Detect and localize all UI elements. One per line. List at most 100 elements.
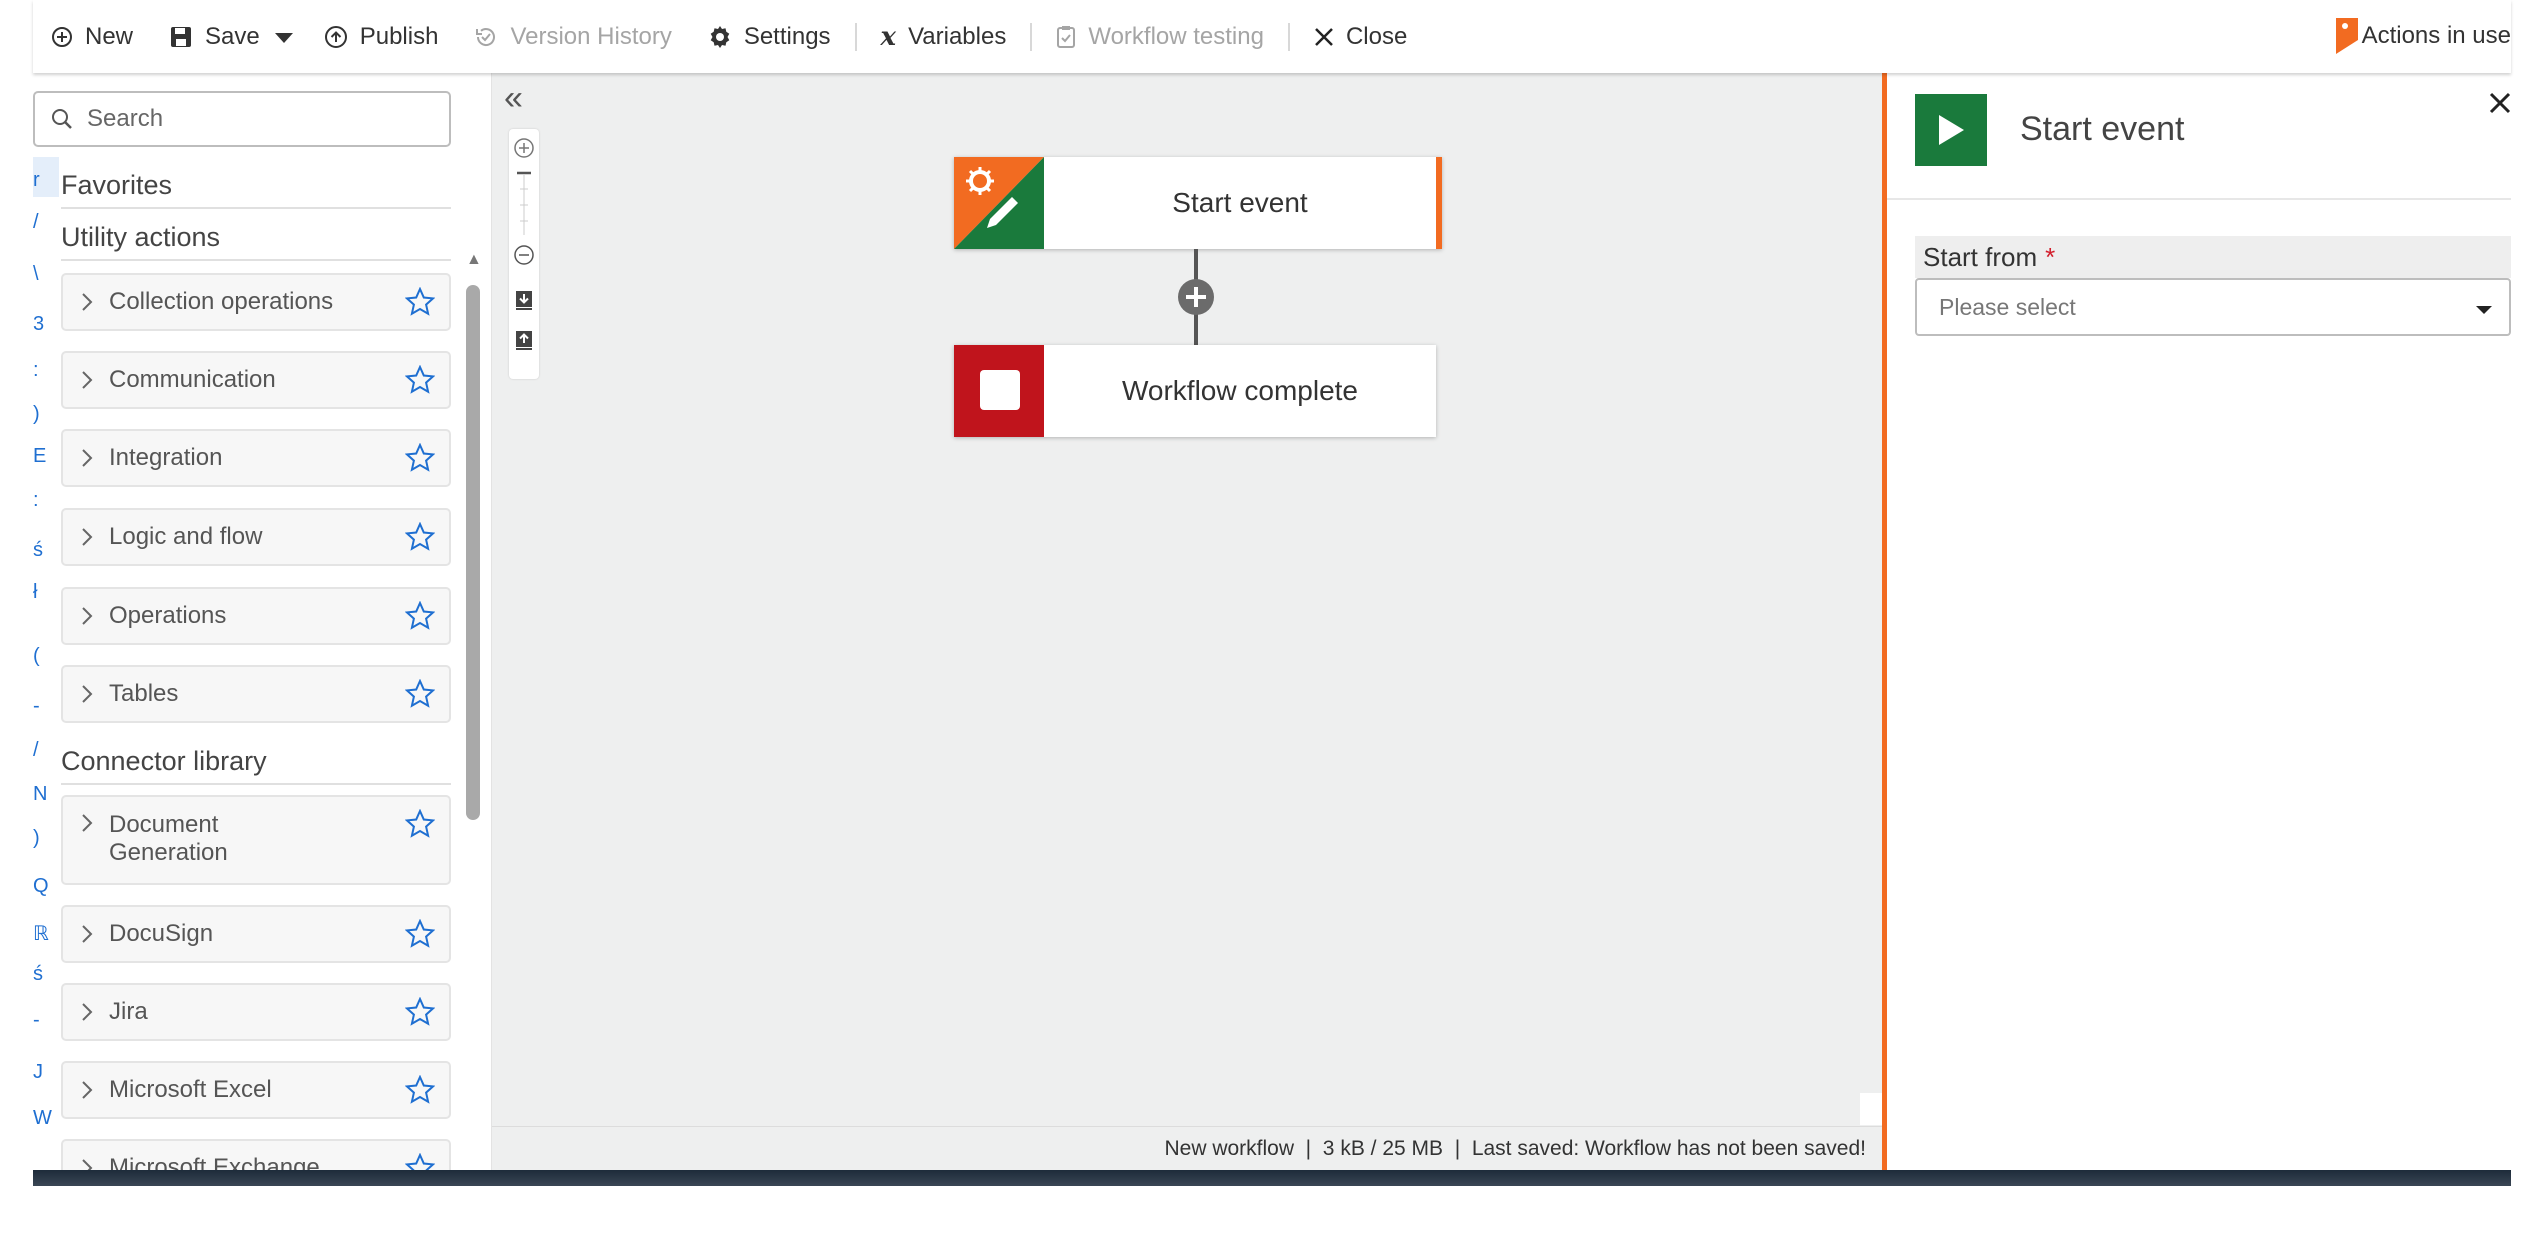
alpha-index-letter[interactable]: ś: [33, 963, 59, 986]
palette-scrollbar[interactable]: ▲ ▼: [463, 183, 483, 1163]
chevron-right-icon: [81, 370, 105, 390]
download-icon[interactable]: [513, 289, 535, 311]
category-integration[interactable]: Integration: [61, 429, 451, 487]
alphabet-index: r / \ 3:) E: ś ł(- / Ν) Q ℝś - J W: [33, 157, 59, 1170]
stop-icon: [954, 345, 1044, 437]
required-marker: *: [2045, 242, 2056, 272]
favorite-star-icon[interactable]: [405, 443, 435, 473]
gear-icon: [708, 25, 732, 49]
connector-microsoft-excel[interactable]: Microsoft Excel: [61, 1061, 451, 1119]
window-bottom-edge: [33, 1170, 2511, 1186]
favorite-star-icon[interactable]: [405, 601, 435, 631]
alpha-index-letter[interactable]: ł: [33, 581, 59, 604]
category-label: Tables: [109, 680, 179, 707]
favorite-star-icon[interactable]: [405, 997, 435, 1027]
close-label: Close: [1345, 22, 1408, 50]
zoom-in-icon[interactable]: [513, 137, 535, 159]
start-event-node-label: Start event: [1172, 187, 1308, 218]
caret-down-icon: [2475, 294, 2493, 321]
connector-document-generation[interactable]: Document Generation: [61, 795, 451, 885]
category-communication[interactable]: Communication: [61, 351, 451, 409]
favorite-star-icon[interactable]: [405, 919, 435, 949]
connector-docusign[interactable]: DocuSign: [61, 905, 451, 963]
alpha-index-letter[interactable]: W: [33, 1107, 59, 1130]
connector-jira[interactable]: Jira: [61, 983, 451, 1041]
alpha-index-letter[interactable]: \: [33, 263, 59, 286]
favorite-star-icon[interactable]: [405, 1075, 435, 1105]
close-icon[interactable]: [2489, 88, 2511, 122]
canvas-corner-tab: [1860, 1093, 1882, 1125]
alpha-index-letter[interactable]: 3: [33, 313, 59, 336]
save-button[interactable]: Save: [151, 0, 270, 73]
alpha-index-letter[interactable]: J: [33, 1061, 59, 1084]
zoom-controls: [509, 129, 539, 379]
zoom-out-icon[interactable]: [513, 244, 535, 266]
version-history-button[interactable]: Version History: [456, 0, 689, 73]
workflow-testing-label: Workflow testing: [1088, 22, 1264, 50]
alpha-index-letter[interactable]: :: [33, 489, 59, 512]
favorite-star-icon[interactable]: [405, 679, 435, 709]
save-dropdown-button[interactable]: [270, 0, 306, 73]
alpha-index-letter[interactable]: ś: [33, 539, 59, 562]
search-box[interactable]: [33, 91, 451, 147]
alpha-index-letter[interactable]: ): [33, 403, 59, 426]
variables-button[interactable]: x Variables: [863, 0, 1025, 73]
category-operations[interactable]: Operations: [61, 587, 451, 645]
alpha-index-letter[interactable]: r: [33, 169, 59, 192]
caret-down-icon: [274, 23, 294, 51]
favorite-star-icon[interactable]: [405, 809, 435, 839]
category-label: Integration: [109, 444, 223, 471]
favorite-star-icon[interactable]: [405, 1153, 435, 1170]
category-collection-operations[interactable]: Collection operations: [61, 273, 451, 331]
scroll-up-arrow-icon[interactable]: ▲: [466, 251, 482, 269]
utility-actions-heading[interactable]: Utility actions: [61, 217, 451, 261]
add-action-button[interactable]: [1178, 279, 1214, 315]
alpha-index-letter[interactable]: (: [33, 645, 59, 668]
alpha-index-letter[interactable]: E: [33, 445, 59, 468]
workflow-complete-node[interactable]: Workflow complete: [954, 345, 1436, 437]
chevron-right-icon: [81, 292, 105, 312]
new-button[interactable]: New: [33, 0, 151, 73]
start-from-label-text: Start from: [1923, 242, 2038, 272]
connector-microsoft-exchange[interactable]: Microsoft Exchange: [61, 1139, 451, 1170]
publish-button[interactable]: Publish: [306, 0, 457, 73]
chevron-right-icon: [81, 448, 105, 468]
actions-in-use-label: Actions in use: [2361, 22, 2511, 49]
scroll-thumb[interactable]: [466, 285, 480, 820]
alpha-index-letter[interactable]: ℝ: [33, 921, 59, 946]
connector-library-heading[interactable]: Connector library: [61, 741, 451, 785]
workflow-testing-button[interactable]: Workflow testing: [1038, 0, 1282, 73]
favorite-star-icon[interactable]: [405, 287, 435, 317]
favorite-star-icon[interactable]: [405, 365, 435, 395]
actions-in-use-button[interactable]: Actions in use: [2335, 18, 2511, 54]
category-tables[interactable]: Tables: [61, 665, 451, 723]
settings-button[interactable]: Settings: [690, 0, 849, 73]
toolbar-divider: [1030, 22, 1033, 51]
upload-icon[interactable]: [513, 329, 535, 351]
alpha-index-letter[interactable]: :: [33, 359, 59, 382]
alpha-index-letter[interactable]: /: [33, 739, 59, 762]
start-event-node[interactable]: Start event: [954, 157, 1442, 249]
connector-label: DocuSign: [109, 920, 214, 947]
configuration-panel: Start event Start from * Please select: [1882, 66, 2511, 1170]
alpha-index-letter[interactable]: Ν: [33, 783, 59, 806]
favorite-star-icon[interactable]: [405, 522, 435, 552]
alpha-index-letter[interactable]: Q: [33, 875, 59, 898]
alpha-index-letter[interactable]: -: [33, 695, 59, 718]
close-button[interactable]: Close: [1296, 0, 1425, 73]
start-from-select[interactable]: Please select: [1915, 278, 2511, 336]
search-input[interactable]: [85, 104, 429, 134]
play-icon: [1915, 94, 1987, 166]
collapse-panel-icon[interactable]: «: [504, 79, 523, 118]
alpha-index-letter[interactable]: -: [33, 1009, 59, 1032]
chevron-right-icon: [81, 1080, 105, 1100]
workflow-canvas[interactable]: « Start event Workflow complete New work…: [492, 73, 1882, 1170]
alpha-index-letter[interactable]: /: [33, 211, 59, 234]
favorites-heading[interactable]: Favorites: [61, 165, 451, 209]
workflow-complete-node-label: Workflow complete: [1121, 375, 1358, 406]
zoom-slider[interactable]: [513, 169, 535, 239]
plus-circle-icon: [51, 26, 73, 48]
alpha-index-letter[interactable]: ): [33, 827, 59, 850]
toolbar-divider: [854, 22, 857, 51]
category-logic-and-flow[interactable]: Logic and flow: [61, 508, 451, 566]
